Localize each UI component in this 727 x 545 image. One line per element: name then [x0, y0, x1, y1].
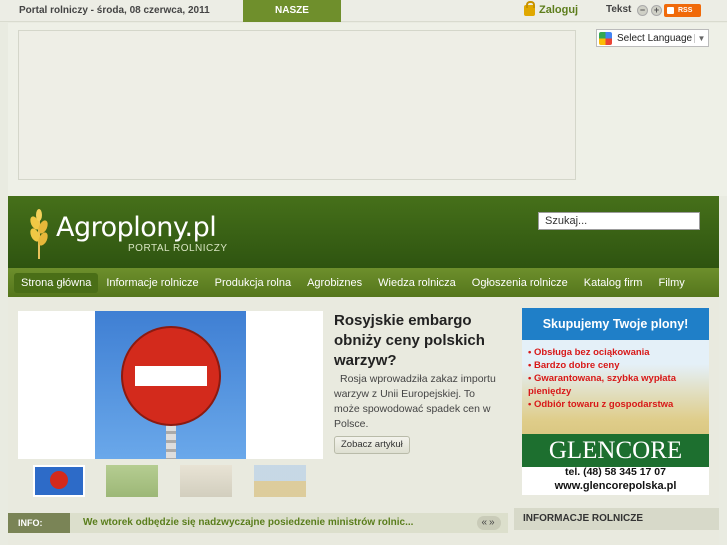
nav-item-company-catalog[interactable]: Katalog firm: [576, 273, 651, 293]
ticker-nav-button[interactable]: «»: [477, 516, 501, 530]
language-select[interactable]: Select Language ▼: [596, 29, 709, 47]
login-label: Zaloguj: [539, 4, 579, 16]
side-advertisement[interactable]: Skupujemy Twoje plony! Obsługa bez ociąk…: [522, 308, 709, 495]
no-entry-sign-bar: [135, 366, 207, 386]
announcements-button[interactable]: NASZE OGŁOSZENIA: [243, 0, 341, 38]
main-nav: Strona główna Informacje rolnicze Produk…: [8, 268, 719, 297]
info-ticker-headline[interactable]: We wtorek odbędzie się nadzwyczajne posi…: [83, 517, 413, 528]
text-size-label: Tekst: [606, 4, 632, 15]
read-article-button[interactable]: Zobacz artykuł: [334, 436, 410, 454]
info-ticker-label: INFO:: [8, 513, 70, 533]
ad-brand: GLENCORE: [522, 434, 709, 467]
wheat-logo-icon: [30, 209, 48, 259]
nav-item-knowledge[interactable]: Wiedza rolnicza: [370, 273, 464, 293]
slider-thumbnail[interactable]: [180, 465, 232, 497]
site-logo-subtitle: PORTAL ROLNICZY: [128, 243, 228, 254]
rss-button[interactable]: RSS: [664, 4, 701, 17]
decrease-text-button[interactable]: −: [637, 5, 648, 16]
featured-article-excerpt: Rosja wprowadziła zakaz importu warzyw z…: [334, 373, 496, 430]
nav-item-films[interactable]: Filmy: [650, 273, 692, 293]
ad-bullet: Bardzo dobre ceny: [528, 359, 709, 372]
nav-item-agribusiness[interactable]: Agrobiznes: [299, 273, 370, 293]
google-icon: [599, 31, 612, 45]
chevron-down-icon: ▼: [694, 33, 708, 43]
slider-thumbnail[interactable]: [106, 465, 158, 497]
increase-text-button[interactable]: +: [651, 5, 662, 16]
login-link[interactable]: Zaloguj: [524, 0, 579, 16]
nav-item-classifieds[interactable]: Ogłoszenia rolnicze: [464, 273, 576, 293]
ad-website: www.glencorepolska.pl: [554, 480, 677, 492]
top-ad-placeholder: [18, 30, 576, 180]
featured-article-title[interactable]: Rosyjskie embargo obniży ceny polskich w…: [334, 311, 496, 371]
ad-bullet: Obsługa bez ociąkowania: [528, 346, 709, 359]
ad-bullet: Gwarantowana, szybka wypłata pieniędzy: [528, 372, 709, 398]
ad-headline: Skupujemy Twoje plony!: [522, 308, 709, 340]
nav-item-production[interactable]: Produkcja rolna: [207, 273, 299, 293]
slider-thumbnail[interactable]: [254, 465, 306, 497]
language-label: Select Language: [617, 32, 693, 44]
search-input[interactable]: [538, 212, 700, 230]
slider-thumbnail[interactable]: [33, 465, 85, 497]
lock-icon: [524, 0, 535, 16]
ad-phone: tel. (48) 58 345 17 07: [565, 466, 666, 478]
ad-bullet-list: Obsługa bez ociąkowania Bardzo dobre cen…: [522, 340, 709, 411]
featured-article-image[interactable]: [18, 311, 323, 459]
nav-item-home[interactable]: Strona główna: [14, 272, 99, 293]
ad-bullet: Odbiór towaru z gospodarstwa: [528, 398, 709, 411]
nav-item-agri-news[interactable]: Informacje rolnicze: [98, 273, 206, 293]
portal-date: Portal rolniczy - środa, 08 czerwca, 201…: [19, 5, 210, 16]
site-logo-name[interactable]: Agroplony.pl: [56, 212, 217, 243]
sidebar-section-heading: INFORMACJE ROLNICZE: [514, 508, 719, 530]
